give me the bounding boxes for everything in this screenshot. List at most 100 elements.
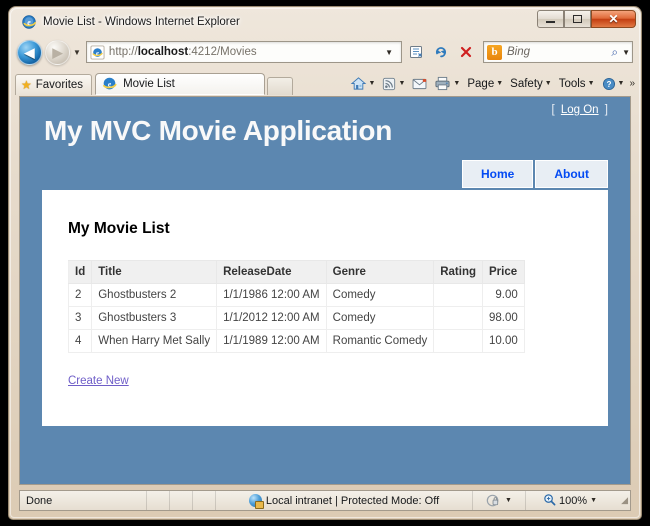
favorites-button[interactable]: ★ Favorites bbox=[15, 74, 93, 95]
main-menu: Home About bbox=[462, 160, 608, 188]
tab-label: Movie List bbox=[123, 78, 175, 90]
zoom-control[interactable]: 100% ▼ bbox=[526, 493, 614, 509]
privacy-report-icon bbox=[486, 494, 499, 506]
back-arrow-icon: ◀ bbox=[24, 44, 35, 60]
column-header-id: Id bbox=[67, 260, 93, 284]
cell-price: 98.00 bbox=[482, 306, 525, 330]
table-body: 2 Ghostbusters 2 1/1/1986 12:00 AM Comed… bbox=[67, 283, 525, 353]
favorites-label: Favorites bbox=[35, 79, 84, 91]
search-icon[interactable]: ⌕ bbox=[611, 45, 618, 60]
new-tab-button[interactable] bbox=[267, 77, 294, 95]
menu-item-about[interactable]: About bbox=[535, 160, 608, 188]
table-row: 3 Ghostbusters 3 1/1/2012 12:00 AM Comed… bbox=[67, 306, 525, 330]
back-button[interactable]: ◀ bbox=[17, 39, 42, 65]
status-divider bbox=[146, 491, 147, 510]
privacy-chevron-icon[interactable]: ▼ bbox=[505, 497, 512, 504]
page-title: My MVC Movie Application bbox=[44, 115, 393, 146]
cell-rating bbox=[433, 283, 484, 307]
page-menu-label: Page bbox=[467, 77, 495, 90]
command-bar-overflow-icon[interactable]: » bbox=[628, 78, 635, 89]
safety-menu-label: Safety bbox=[510, 77, 543, 90]
tools-menu[interactable]: Tools ▼ bbox=[556, 77, 598, 91]
page-menu[interactable]: Page ▼ bbox=[464, 77, 506, 91]
browser-viewport: [ Log On ] My MVC Movie Application Home… bbox=[19, 96, 631, 485]
safety-menu[interactable]: Safety ▼ bbox=[507, 77, 555, 91]
menu-item-home[interactable]: Home bbox=[462, 160, 534, 188]
minimize-button[interactable] bbox=[537, 10, 564, 28]
safety-chevron-icon[interactable]: ▼ bbox=[545, 80, 552, 87]
feeds-chevron-icon[interactable]: ▼ bbox=[398, 80, 405, 87]
recent-pages-chevron-icon[interactable]: ▼ bbox=[73, 48, 81, 57]
read-mail-button[interactable] bbox=[409, 77, 430, 91]
tools-chevron-icon[interactable]: ▼ bbox=[588, 80, 595, 87]
refresh-icon bbox=[435, 47, 447, 58]
create-new-wrapper: Create New bbox=[68, 375, 582, 387]
minimize-icon bbox=[546, 20, 555, 23]
site-header: [ Log On ] My MVC Movie Application Home… bbox=[20, 97, 630, 190]
cell-price: 9.00 bbox=[482, 283, 525, 307]
status-divider bbox=[169, 491, 170, 510]
title-bar: e Movie List - Windows Internet Explorer… bbox=[9, 7, 641, 37]
cell-id: 3 bbox=[67, 306, 93, 330]
home-button[interactable]: ▼ bbox=[347, 75, 379, 92]
table-row: 4 When Harry Met Sally 1/1/1989 12:00 AM… bbox=[67, 329, 525, 353]
close-button[interactable]: ✕ bbox=[591, 10, 636, 28]
security-zone-label: Local intranet | Protected Mode: Off bbox=[265, 494, 440, 507]
page-chevron-icon[interactable]: ▼ bbox=[496, 80, 503, 87]
cell-genre: Comedy bbox=[326, 306, 435, 330]
cell-title: Ghostbusters 3 bbox=[91, 306, 218, 330]
search-box[interactable]: b Bing ⌕ ▼ bbox=[483, 41, 633, 63]
zoom-icon bbox=[543, 493, 556, 509]
url-path: :4212/Movies bbox=[188, 46, 257, 58]
logon-bracket-open: [ bbox=[551, 104, 555, 116]
table-header-row: Id Title ReleaseDate Genre Rating Price bbox=[67, 260, 525, 284]
printer-icon bbox=[435, 76, 450, 91]
help-menu[interactable]: ? ▼ bbox=[599, 76, 628, 92]
create-new-link[interactable]: Create New bbox=[68, 375, 129, 387]
search-provider-chevron-icon[interactable]: ▼ bbox=[618, 48, 630, 57]
resize-grip[interactable]: ◢ bbox=[614, 496, 630, 505]
search-input[interactable]: Bing bbox=[507, 46, 611, 58]
status-divider bbox=[192, 491, 193, 510]
maximize-button[interactable] bbox=[564, 10, 591, 28]
tools-menu-label: Tools bbox=[558, 77, 586, 90]
close-icon: ✕ bbox=[608, 12, 619, 26]
window-controls: ✕ bbox=[537, 10, 636, 28]
ie-logo-icon: e bbox=[102, 76, 118, 92]
rss-icon bbox=[383, 77, 396, 90]
print-button[interactable]: ▼ bbox=[431, 75, 463, 92]
home-chevron-icon[interactable]: ▼ bbox=[369, 80, 376, 87]
maximize-icon bbox=[573, 15, 582, 23]
stop-button[interactable] bbox=[455, 41, 477, 63]
log-on-link[interactable]: Log On bbox=[558, 104, 602, 116]
table-header: Id Title ReleaseDate Genre Rating Price bbox=[67, 260, 525, 284]
home-icon bbox=[350, 77, 366, 90]
column-header-rating: Rating bbox=[433, 260, 484, 284]
zoom-chevron-icon[interactable]: ▼ bbox=[590, 497, 597, 504]
favorites-and-tab-bar: ★ Favorites e Movie List ▼ ▼ ▼ Page ▼ Sa… bbox=[9, 67, 641, 95]
address-bar[interactable]: e http://localhost:4212/Movies ▼ bbox=[85, 41, 402, 63]
page-favicon-icon: e bbox=[90, 44, 105, 60]
content-heading: My Movie List bbox=[68, 220, 170, 237]
compatibility-view-button[interactable] bbox=[405, 41, 427, 63]
address-url-text: http://localhost:4212/Movies bbox=[109, 46, 381, 58]
refresh-button[interactable] bbox=[430, 41, 452, 63]
print-chevron-icon[interactable]: ▼ bbox=[453, 80, 460, 87]
cell-releasedate: 1/1/1989 12:00 AM bbox=[216, 329, 327, 353]
logon-display: [ Log On ] bbox=[551, 104, 608, 116]
feeds-button[interactable]: ▼ bbox=[379, 76, 408, 92]
help-chevron-icon[interactable]: ▼ bbox=[618, 80, 625, 87]
security-zone[interactable]: Local intranet | Protected Mode: Off bbox=[216, 494, 472, 509]
main-content-card: My Movie List Id Title ReleaseDate Genre… bbox=[42, 190, 608, 426]
privacy-report-button[interactable]: ▼ bbox=[473, 494, 525, 508]
cell-title: When Harry Met Sally bbox=[91, 329, 218, 353]
window-title: Movie List - Windows Internet Explorer bbox=[43, 16, 240, 28]
tab-movie-list[interactable]: e Movie List bbox=[95, 73, 266, 95]
status-bar: Done Local intranet | Protected Mode: Of… bbox=[19, 490, 631, 511]
tab-strip: e Movie List bbox=[95, 73, 346, 95]
zoom-level-label: 100% bbox=[558, 494, 588, 507]
stop-icon bbox=[460, 46, 472, 58]
cell-rating bbox=[433, 306, 484, 330]
forward-button[interactable]: ▶ bbox=[45, 39, 70, 65]
address-dropdown-chevron-icon[interactable]: ▼ bbox=[381, 48, 399, 57]
